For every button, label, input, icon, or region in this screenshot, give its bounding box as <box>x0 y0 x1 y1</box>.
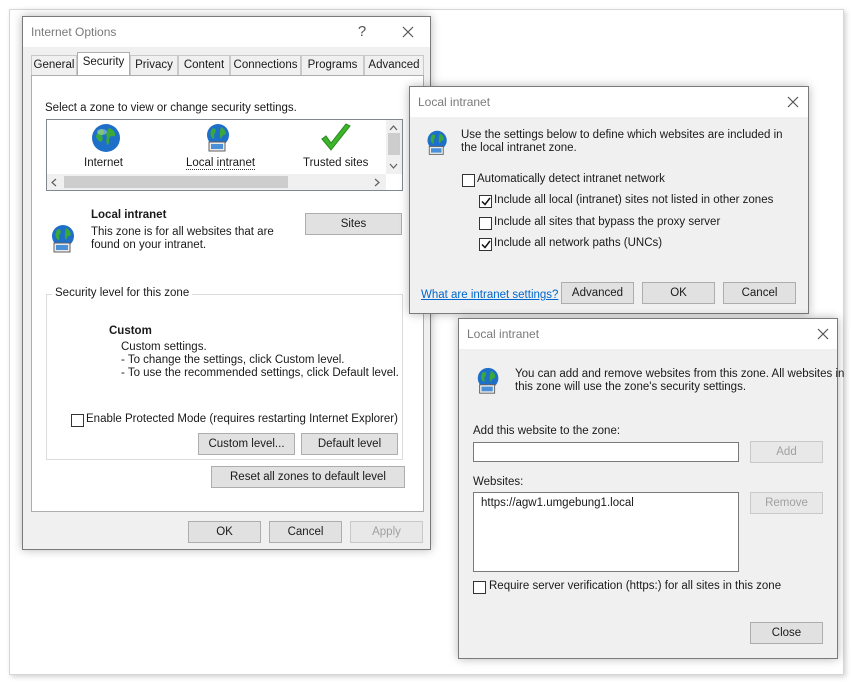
tab-privacy[interactable]: Privacy <box>130 55 178 75</box>
cancel-button[interactable]: Cancel <box>269 521 342 543</box>
close-icon[interactable] <box>397 21 419 43</box>
websites-label: Websites: <box>473 476 524 488</box>
custom-title: Custom <box>109 325 152 337</box>
tab-label: Privacy <box>135 59 173 71</box>
include-unc-label: Include all network paths (UNCs) <box>494 237 663 249</box>
custom-level-button[interactable]: Custom level... <box>198 433 295 455</box>
https-verification-label: Require server verification (https:) for… <box>489 580 782 592</box>
protected-mode-label: Enable Protected Mode (requires restarti… <box>86 413 398 425</box>
dialog-description: the local intranet zone. <box>461 142 577 154</box>
ok-button[interactable]: OK <box>642 282 715 304</box>
reset-all-zones-button[interactable]: Reset all zones to default level <box>211 466 405 488</box>
zone-internet[interactable]: Internet <box>69 122 143 172</box>
add-button[interactable]: Add <box>750 441 823 463</box>
tab-strip: General Security Privacy Content Connect… <box>31 52 424 77</box>
scroll-down-icon[interactable] <box>389 160 398 172</box>
help-button[interactable]: ? <box>351 21 373 43</box>
title-bar[interactable]: Internet Options ? <box>23 17 430 47</box>
zone-list-hscroll[interactable] <box>47 174 386 190</box>
scroll-thumb[interactable] <box>64 176 288 188</box>
tab-advanced[interactable]: Advanced <box>364 55 424 75</box>
tab-label: Security <box>82 56 125 68</box>
tab-general[interactable]: General <box>31 55 77 75</box>
intranet-icon <box>474 366 504 399</box>
include-bypass-checkbox[interactable] <box>479 217 492 230</box>
remove-button[interactable]: Remove <box>750 492 823 514</box>
zone-local-intranet[interactable]: Local intranet <box>181 122 257 172</box>
dialog-description: this zone will use the zone's security s… <box>515 381 747 393</box>
zone-label: Internet <box>84 157 123 169</box>
list-item[interactable]: https://agw1.umgebung1.local <box>481 497 634 509</box>
close-button[interactable]: Close <box>750 622 823 644</box>
default-level-button[interactable]: Default level <box>301 433 398 455</box>
globe-icon <box>90 122 122 157</box>
websites-list[interactable]: https://agw1.umgebung1.local <box>473 492 739 572</box>
checkmark-icon <box>480 240 491 249</box>
custom-settings-text: - To change the settings, click Custom l… <box>121 354 345 366</box>
tab-label: Advanced <box>368 59 420 71</box>
custom-settings-text: - To use the recommended settings, click… <box>121 367 399 379</box>
scroll-left-icon[interactable] <box>51 178 57 190</box>
dialog-title: Local intranet <box>467 327 540 341</box>
auto-detect-label: Automatically detect intranet network <box>477 173 665 185</box>
tab-label: Content <box>183 59 225 71</box>
zone-list-vscroll[interactable] <box>386 120 402 174</box>
zone-description: This zone is for all websites that are <box>91 226 274 238</box>
checkmark-icon <box>480 197 491 206</box>
cancel-button[interactable]: Cancel <box>723 282 796 304</box>
protected-mode-checkbox[interactable] <box>71 414 84 427</box>
tab-security[interactable]: Security <box>77 52 130 75</box>
include-bypass-label: Include all sites that bypass the proxy … <box>494 216 721 228</box>
tab-connections[interactable]: Connections <box>230 55 301 75</box>
intranet-settings-help-link[interactable]: What are intranet settings? <box>421 289 558 301</box>
zone-label: Local intranet <box>186 157 256 170</box>
security-level-legend: Security level for this zone <box>52 287 193 299</box>
sites-button[interactable]: Sites <box>305 213 402 235</box>
zone-trusted-sites[interactable]: Trusted sites <box>297 122 377 172</box>
title-bar[interactable]: Local intranet <box>459 319 837 349</box>
close-icon[interactable] <box>812 323 834 345</box>
security-tab-page: Select a zone to view or change security… <box>31 75 424 512</box>
zone-label: Trusted sites <box>303 157 369 169</box>
include-unc-checkbox[interactable] <box>479 238 492 251</box>
auto-detect-checkbox[interactable] <box>462 174 475 187</box>
zone-title: Local intranet <box>91 209 167 221</box>
tab-programs[interactable]: Programs <box>301 55 364 75</box>
dialog-description: You can add and remove websites from thi… <box>515 368 845 380</box>
https-verification-checkbox[interactable] <box>473 581 486 594</box>
intranet-icon <box>203 122 235 157</box>
tab-content[interactable]: Content <box>178 55 230 75</box>
window-title: Internet Options <box>31 25 117 39</box>
tab-label: Connections <box>233 59 298 71</box>
dialog-title: Local intranet <box>418 95 491 109</box>
zone-info-icon <box>48 223 80 258</box>
intranet-icon <box>424 129 452 160</box>
local-intranet-dialog: Local intranet Use the settings below to… <box>409 86 809 314</box>
zone-description: found on your intranet. <box>91 239 207 251</box>
add-website-label: Add this website to the zone: <box>473 425 621 437</box>
local-intranet-sites-dialog: Local intranet You can add and remove we… <box>458 318 844 659</box>
add-website-input[interactable] <box>473 442 739 462</box>
tab-label: Programs <box>307 59 358 71</box>
advanced-button[interactable]: Advanced <box>561 282 634 304</box>
tab-label: General <box>33 59 75 71</box>
include-local-checkbox[interactable] <box>479 195 492 208</box>
include-local-label: Include all local (intranet) sites not l… <box>494 194 774 206</box>
checkmark-icon <box>319 122 353 157</box>
apply-button[interactable]: Apply <box>350 521 423 543</box>
internet-options-window: Internet Options ? General Security Priv… <box>22 16 431 550</box>
zone-list[interactable]: Internet Local intranet Trusted sites <box>46 119 403 191</box>
dialog-description: Use the settings below to define which w… <box>461 129 783 141</box>
title-bar[interactable]: Local intranet <box>410 87 808 117</box>
zone-prompt: Select a zone to view or change security… <box>45 102 297 114</box>
scroll-thumb[interactable] <box>388 133 400 155</box>
close-icon[interactable] <box>782 91 804 113</box>
ok-button[interactable]: OK <box>188 521 261 543</box>
scroll-right-icon[interactable] <box>374 178 380 190</box>
custom-settings-text: Custom settings. <box>121 341 207 353</box>
